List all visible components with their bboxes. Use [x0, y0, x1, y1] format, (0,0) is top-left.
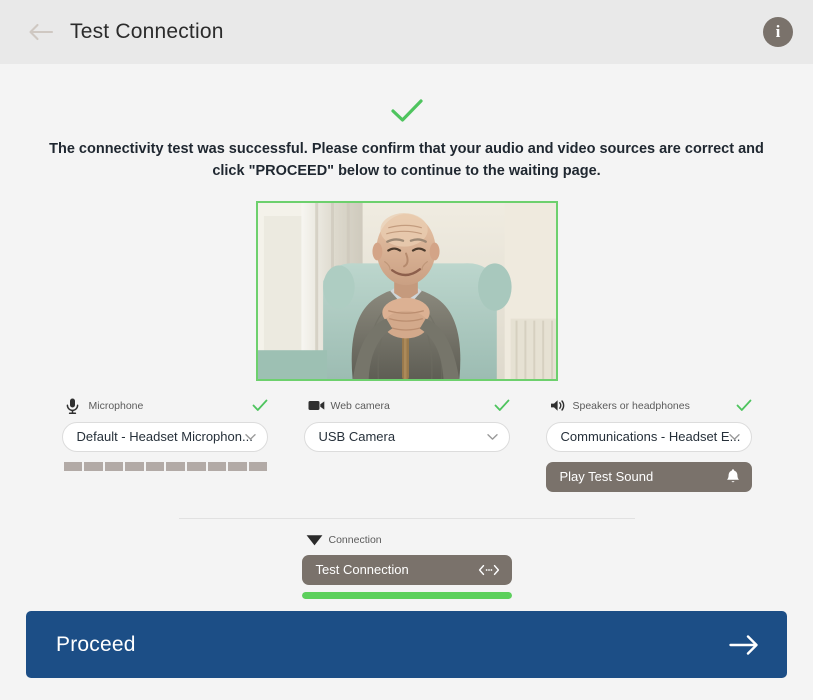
meter-segment: [187, 461, 206, 471]
back-button[interactable]: [26, 17, 56, 47]
speaker-icon: [550, 398, 568, 414]
arrow-left-icon: [29, 23, 54, 41]
success-check-wrap: [0, 98, 813, 132]
video-preview-image: [257, 202, 556, 379]
connection-progress-fill: [301, 591, 512, 599]
wifi-icon: [306, 532, 324, 548]
app-header: Test Connection i: [0, 0, 813, 64]
device-column-microphone: Microphone Default - Headset Microphon..…: [61, 397, 268, 492]
meter-segment: [228, 461, 247, 471]
microphone-level-meter: [62, 461, 268, 471]
check-icon: [390, 99, 423, 122]
proceed-label: Proceed: [56, 632, 136, 656]
speakers-select-value: Communications - Headset E...: [560, 429, 741, 445]
meter-segment: [207, 461, 227, 471]
status-check-microphone: [252, 399, 268, 412]
status-message: The connectivity test was successful. Pl…: [49, 141, 764, 180]
chevron-down-icon: [728, 433, 740, 440]
main-content: The connectivity test was successful. Pl…: [0, 64, 813, 599]
microphone-select-value: Default - Headset Microphon...: [76, 429, 253, 445]
connection-progress-bar: [301, 591, 512, 599]
info-icon-label: i: [775, 22, 781, 41]
device-label-webcam: Web camera: [330, 399, 390, 412]
meter-segment: [84, 461, 103, 471]
device-selectors: Microphone Default - Headset Microphon..…: [61, 397, 752, 492]
bell-icon: [726, 469, 740, 485]
section-divider: [178, 517, 635, 519]
bidirectional-arrow-icon: [478, 564, 500, 576]
chevron-down-icon: [244, 433, 256, 440]
status-check-speakers: [736, 399, 752, 412]
status-check-webcam: [494, 399, 510, 412]
device-label-speakers: Speakers or headphones: [572, 399, 690, 412]
connection-block: Connection Test Connection: [301, 531, 512, 599]
meter-segment: [248, 461, 268, 471]
meter-segment: [104, 461, 124, 471]
video-camera-icon: [308, 398, 326, 414]
meter-segment: [145, 461, 165, 471]
arrow-right-icon: [729, 634, 759, 656]
device-column-speakers: Speakers or headphones Communications - …: [545, 397, 752, 492]
microphone-select[interactable]: Default - Headset Microphon...: [61, 421, 268, 452]
connection-header: Connection: [302, 531, 512, 549]
webcam-select-value: USB Camera: [318, 429, 396, 445]
speakers-select[interactable]: Communications - Headset E...: [545, 421, 752, 452]
meter-segment: [63, 461, 83, 471]
device-header-speakers: Speakers or headphones: [546, 397, 752, 415]
webcam-select[interactable]: USB Camera: [303, 421, 510, 452]
proceed-button[interactable]: Proceed: [26, 611, 787, 678]
meter-segment: [125, 461, 144, 471]
play-test-sound-label: Play Test Sound: [559, 469, 654, 485]
page-title: Test Connection: [70, 20, 224, 43]
device-column-webcam: Web camera USB Camera: [303, 397, 510, 492]
test-connection-button[interactable]: Test Connection: [301, 554, 512, 585]
device-header-microphone: Microphone: [62, 397, 268, 415]
test-connection-label: Test Connection: [315, 562, 409, 578]
chevron-down-icon: [486, 433, 498, 440]
microphone-icon: [66, 398, 84, 414]
device-label-microphone: Microphone: [88, 399, 144, 412]
meter-segment: [166, 461, 186, 471]
play-test-sound-button[interactable]: Play Test Sound: [545, 461, 752, 492]
info-icon[interactable]: i: [763, 17, 793, 47]
video-preview: [255, 200, 558, 381]
connection-label: Connection: [328, 533, 382, 546]
device-header-webcam: Web camera: [304, 397, 510, 415]
